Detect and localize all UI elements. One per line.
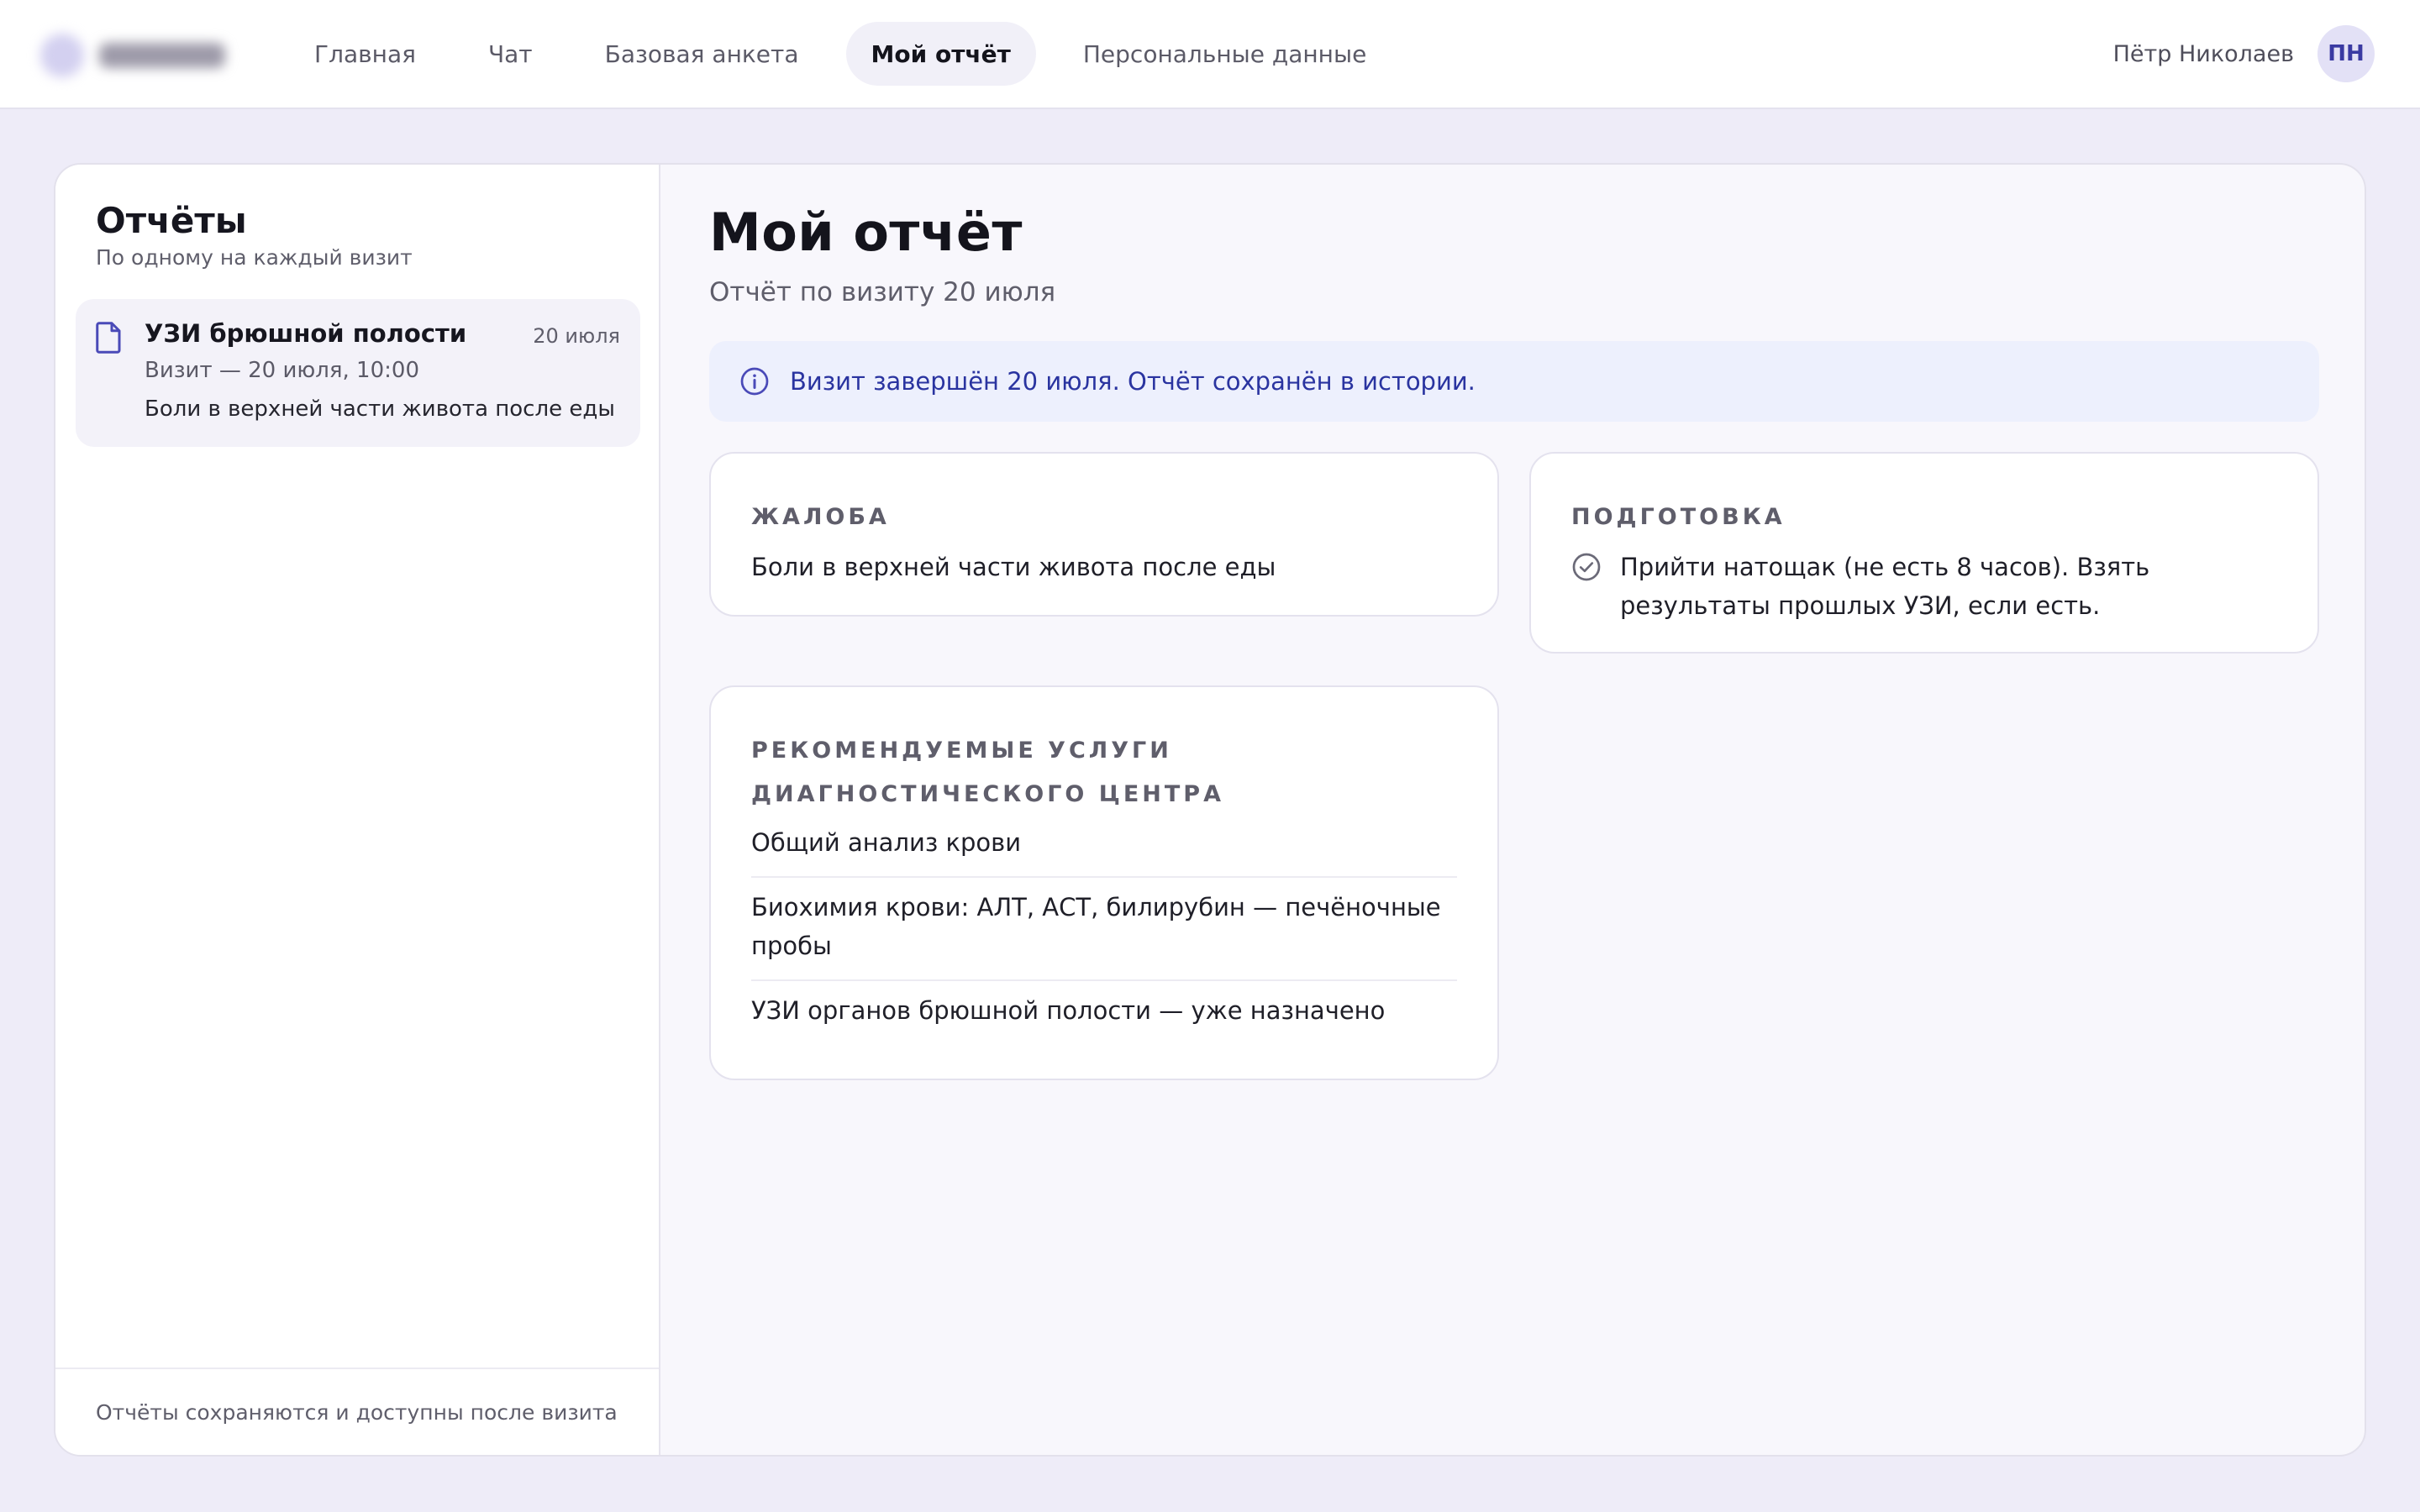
nav-tab-home[interactable]: Главная: [289, 22, 441, 86]
info-banner-text: Визит завершён 20 июля. Отчёт сохранён в…: [790, 367, 1476, 396]
recommended-services-card: Рекомендуемые услуги диагностического це…: [709, 685, 1499, 1080]
preparation-label: Подготовка: [1571, 504, 1786, 530]
complaint-label: Жалоба: [751, 504, 890, 530]
user-menu[interactable]: Пётр Николаев ПН: [2113, 25, 2375, 82]
nav-tab-my-report[interactable]: Мой отчёт: [845, 22, 1036, 86]
check-circle-icon: [1572, 553, 1601, 581]
nav-tab-chat[interactable]: Чат: [463, 22, 558, 86]
nav-tab-basic-questionnaire[interactable]: Базовая анкета: [580, 22, 824, 86]
service-item: Общий анализ крови: [751, 823, 1457, 878]
document-icon: [96, 322, 121, 354]
report-list-item[interactable]: УЗИ брюшной полости 20 июля Визит — 20 и…: [76, 299, 640, 447]
services-list: Общий анализ крови Биохимия крови: АЛТ, …: [751, 823, 1457, 1044]
avatar[interactable]: ПН: [2317, 25, 2375, 82]
brand-logo[interactable]: [40, 32, 234, 79]
sidebar-subtitle: По одному на каждый визит: [96, 245, 413, 270]
complaint-card: Жалоба Боли в верхней части живота после…: [709, 452, 1499, 617]
preparation-item: Прийти натощак (не есть 8 часов). Взять …: [1571, 548, 2277, 625]
info-icon: [740, 367, 769, 396]
logo-mark: [40, 34, 84, 77]
report-panel: Отчёты По одному на каждый визит УЗИ брю…: [54, 163, 2366, 1457]
services-label: Рекомендуемые услуги диагностического це…: [751, 738, 1224, 807]
preparation-card: Подготовка Прийти натощак (не есть 8 час…: [1529, 452, 2319, 654]
report-title: УЗИ брюшной полости: [145, 319, 467, 348]
user-name[interactable]: Пётр Николаев: [2113, 41, 2294, 67]
report-visit-time: Визит — 20 июля, 10:00: [145, 358, 419, 383]
service-item: УЗИ органов брюшной полости — уже назнач…: [751, 996, 1386, 1025]
page-subtitle: Отчёт по визиту 20 июля: [709, 277, 1056, 307]
nav-tab-personal-data[interactable]: Персональные данные: [1058, 22, 1392, 86]
page-title: Мой отчёт: [709, 202, 1023, 263]
logo-wordmark: [99, 43, 225, 68]
preparation-text: Прийти натощак (не есть 8 часов). Взять …: [1620, 553, 2150, 620]
main-nav: Главная Чат Базовая анкета Мой отчёт Пер…: [289, 22, 1392, 86]
info-banner: Визит завершён 20 июля. Отчёт сохранён в…: [709, 341, 2319, 422]
report-description: Боли в верхней части живота после еды: [145, 396, 615, 422]
reports-sidebar: Отчёты По одному на каждый визит УЗИ брю…: [55, 165, 660, 1455]
sidebar-title: Отчёты: [96, 200, 247, 241]
report-date: 20 июля: [533, 324, 620, 348]
service-item: Биохимия крови: АЛТ, АСТ, билирубин — пе…: [751, 878, 1457, 981]
complaint-text: Боли в верхней части живота после еды: [751, 553, 1276, 581]
sidebar-footer-note: Отчёты сохраняются и доступны после визи…: [55, 1368, 659, 1455]
top-navigation-bar: Главная Чат Базовая анкета Мой отчёт Пер…: [0, 0, 2420, 109]
